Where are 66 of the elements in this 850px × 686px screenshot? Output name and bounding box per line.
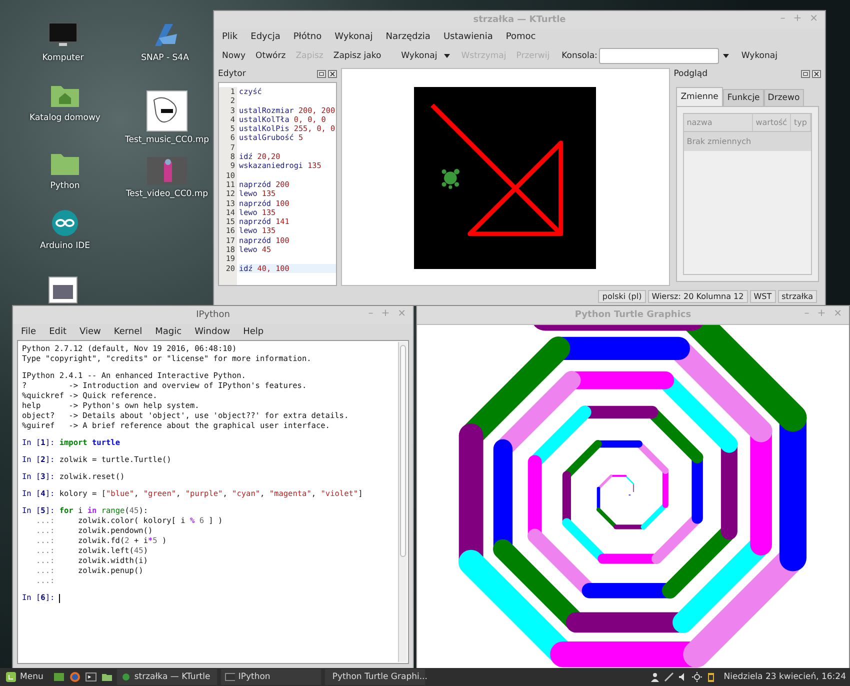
console-field[interactable] <box>599 48 720 64</box>
window-title: strzałka — KTurtle <box>473 15 566 25</box>
turtle-icon <box>121 672 132 682</box>
caret-icon <box>443 52 452 60</box>
window-title: IPython <box>196 310 230 320</box>
menu-item[interactable]: Kernel <box>114 327 142 337</box>
menu-item[interactable]: Window <box>194 327 230 337</box>
menu-item[interactable]: Wykonaj <box>334 32 373 42</box>
status-field: strzałka <box>778 290 817 303</box>
sketch-thumbnail-icon[interactable] <box>146 90 188 132</box>
menu-button[interactable]: Menu <box>4 672 50 682</box>
taskbar-button[interactable]: IPython <box>221 669 322 685</box>
icon-label: Python <box>50 181 80 191</box>
clock[interactable]: Niedziela 23 kwiecień, 16:24 <box>724 672 846 682</box>
menu-item[interactable]: Pomoc <box>506 32 536 42</box>
float-icon[interactable] <box>316 70 326 78</box>
battery-icon[interactable] <box>706 672 716 682</box>
scrollbar-thumb[interactable] <box>400 345 406 557</box>
tab[interactable]: Zmienne <box>676 87 724 106</box>
toolbar-button[interactable]: Nowy <box>218 49 250 63</box>
console-label: Konsola: <box>562 51 598 61</box>
caret-icon <box>722 52 730 60</box>
menu-item[interactable]: Edycja <box>250 32 280 42</box>
toolbar-button[interactable]: Otwórz <box>252 49 290 63</box>
icon-label: Test_music_CC0.mp <box>124 135 210 145</box>
menu-item[interactable]: Ustawienia <box>443 32 493 42</box>
folder-icon[interactable] <box>101 671 114 683</box>
window-title: Python Turtle Graphics <box>574 310 692 320</box>
icon-label: Komputer <box>42 53 84 63</box>
taskbar-button[interactable]: strzałka — KTurtle <box>117 669 218 685</box>
icon-label: Katalog domowy <box>30 113 100 123</box>
infinity-logo-icon[interactable] <box>49 208 81 238</box>
desktop-icon[interactable] <box>53 671 66 683</box>
panel-title: Podgląd <box>674 68 708 78</box>
tab[interactable]: Drzewo <box>764 89 804 106</box>
leaf-logo-icon <box>6 672 16 682</box>
icon-label: Test_video_CC0.mp <box>126 189 208 199</box>
toolbar-button[interactable]: Zapisz jako <box>329 49 386 63</box>
menu-item[interactable]: File <box>21 327 36 337</box>
menu-item[interactable]: Magic <box>155 327 182 337</box>
menu-item[interactable]: Plik <box>222 32 238 42</box>
film-thumbnail-icon[interactable] <box>146 156 188 186</box>
scrollbar[interactable] <box>398 342 407 662</box>
icon-label: Arduino IDE <box>40 241 90 251</box>
menu-item[interactable]: Edit <box>49 327 66 337</box>
status-field: polski (pl) <box>598 290 646 303</box>
code-editor[interactable] <box>218 82 337 286</box>
globe-icon[interactable] <box>69 671 82 683</box>
run-split-button[interactable]: Wykonaj <box>397 49 456 63</box>
status-field: WST <box>750 290 776 303</box>
float-icon[interactable] <box>801 70 810 78</box>
toolbar-button[interactable]: Wykonaj <box>737 49 782 63</box>
taskbar-button[interactable]: Python Turtle Graphi... <box>325 669 426 685</box>
menu-item[interactable]: Help <box>243 327 264 337</box>
document-thumbnail-icon[interactable] <box>48 276 78 304</box>
person-icon[interactable] <box>650 672 660 682</box>
tab[interactable]: Funkcje <box>723 89 764 106</box>
menu-item[interactable]: Narzędzia <box>386 32 430 42</box>
close-icon[interactable] <box>812 70 821 78</box>
icon-label: SNAP - S4A <box>141 53 189 63</box>
sun-icon[interactable] <box>692 672 702 682</box>
menu-item[interactable]: Płótno <box>293 32 322 42</box>
panel-title: Edytor <box>218 68 247 78</box>
status-field: Wiersz: 20 Kolumna 12 <box>648 290 748 303</box>
close-icon[interactable] <box>328 70 337 78</box>
menu-item[interactable]: View <box>80 327 101 337</box>
